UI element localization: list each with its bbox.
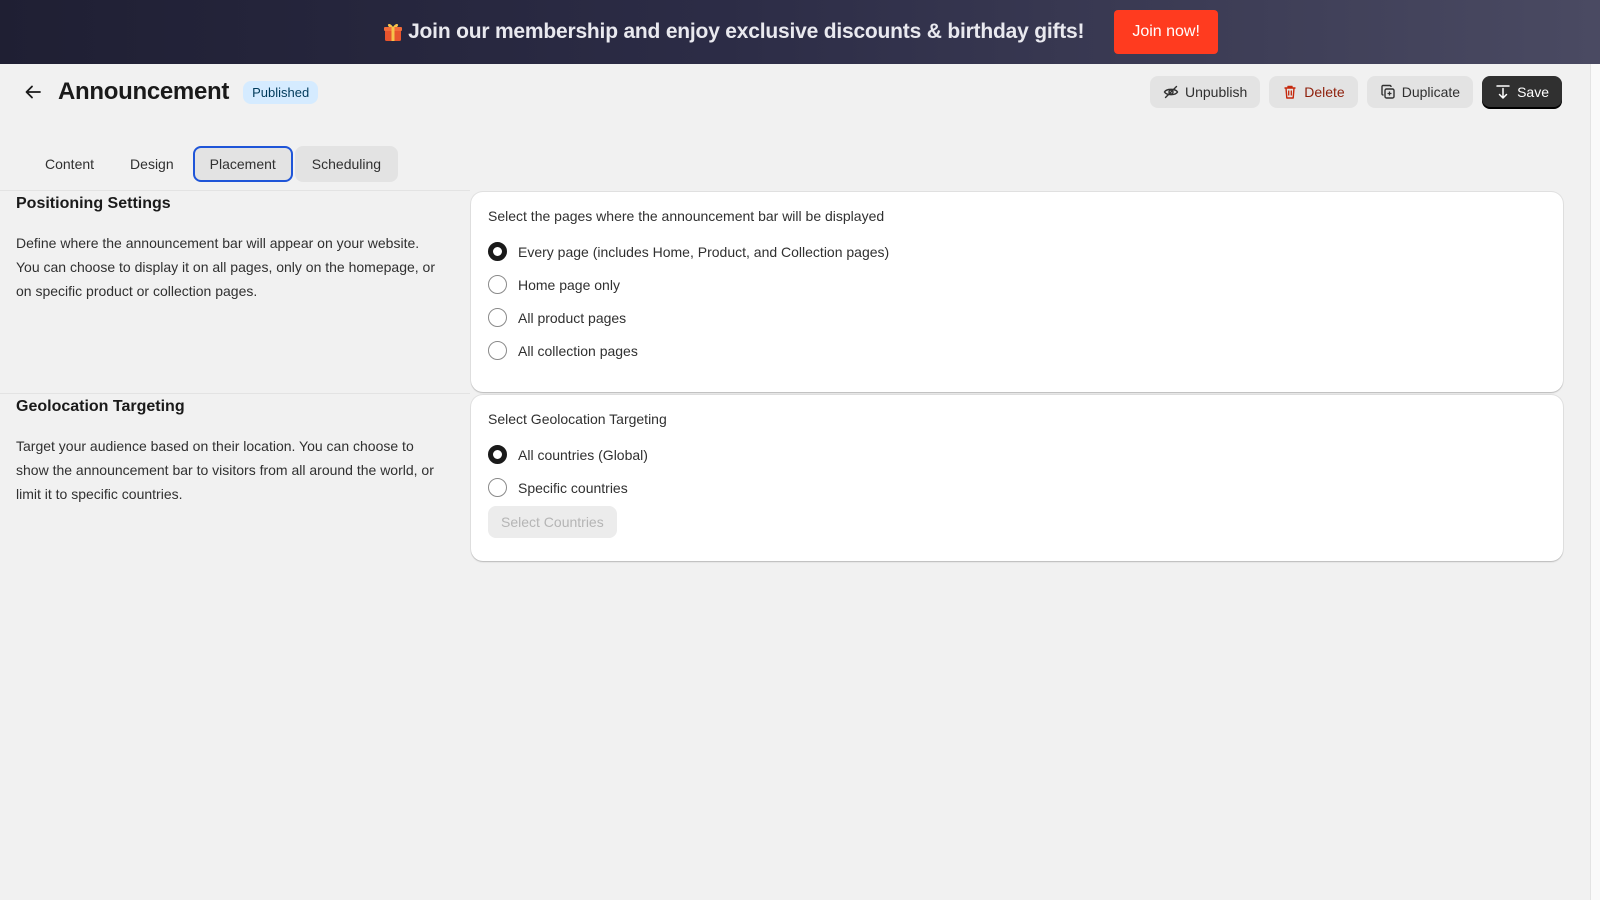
unpublish-label: Unpublish [1184,84,1248,100]
radio-button[interactable] [488,341,507,360]
gift-icon [382,21,404,43]
positioning-card-label: Select the pages where the announcement … [488,208,885,224]
tab-bar: Content Design Placement Scheduling [28,145,399,183]
duplicate-button[interactable]: Duplicate [1366,76,1474,108]
radio-label: Home page only [518,276,620,293]
radio-collection-pages[interactable]: All collection pages [488,334,1546,367]
geolocation-card-label: Select Geolocation Targeting [488,411,667,427]
radio-button[interactable] [488,308,507,327]
radio-label: All countries (Global) [518,446,648,463]
section-divider [0,190,470,191]
save-icon [1496,85,1510,99]
radio-button[interactable] [488,478,507,497]
radio-label: Specific countries [518,479,628,496]
promo-message: Join our membership and enjoy exclusive … [382,20,1085,44]
geolocation-description: Geolocation Targeting Target your audien… [16,398,446,506]
join-now-button[interactable]: Join now! [1114,10,1218,54]
status-badge: Published [243,80,319,104]
radio-specific-countries[interactable]: Specific countries [488,471,1546,504]
radio-button[interactable] [488,242,507,261]
arrow-left-icon [25,85,41,99]
promo-banner: Join our membership and enjoy exclusive … [0,0,1600,64]
radio-all-countries[interactable]: All countries (Global) [488,438,1546,471]
positioning-description: Positioning Settings Define where the an… [16,195,446,303]
save-button[interactable]: Save [1482,76,1562,108]
back-button[interactable] [20,79,46,105]
radio-label: All product pages [518,309,627,326]
geolocation-body: Target your audience based on their loca… [16,438,434,502]
trash-icon [1284,85,1296,99]
positioning-title: Positioning Settings [16,195,171,212]
positioning-card: Select the pages where the announcement … [471,192,1563,392]
tab-content[interactable]: Content [28,146,111,182]
promo-text: Join our membership and enjoy exclusive … [408,20,1085,43]
tab-scheduling[interactable]: Scheduling [294,146,399,182]
scrollbar-track[interactable] [1590,64,1600,900]
positioning-body: Define where the announcement bar will a… [16,235,435,299]
radio-button[interactable] [488,445,507,464]
select-countries-button[interactable]: Select Countries [488,506,617,538]
eye-off-icon [1163,85,1179,99]
save-label: Save [1517,84,1549,100]
tab-design[interactable]: Design [113,146,191,182]
radio-every-page[interactable]: Every page (includes Home, Product, and … [488,235,1546,268]
tab-placement[interactable]: Placement [192,146,293,182]
unpublish-button[interactable]: Unpublish [1149,76,1261,108]
radio-button[interactable] [488,275,507,294]
radio-product-pages[interactable]: All product pages [488,301,1546,334]
geolocation-card: Select Geolocation Targeting All countri… [471,395,1563,561]
radio-home-page[interactable]: Home page only [488,268,1546,301]
delete-button[interactable]: Delete [1269,76,1358,108]
duplicate-icon [1381,84,1395,99]
page-header: Announcement Published Unpublish Delete [0,64,1590,120]
radio-label: Every page (includes Home, Product, and … [518,243,890,260]
delete-label: Delete [1304,84,1345,100]
duplicate-label: Duplicate [1401,84,1461,100]
radio-label: All collection pages [518,342,638,359]
section-divider [0,393,470,394]
geolocation-title: Geolocation Targeting [16,398,185,415]
page-title: Announcement [58,78,230,105]
